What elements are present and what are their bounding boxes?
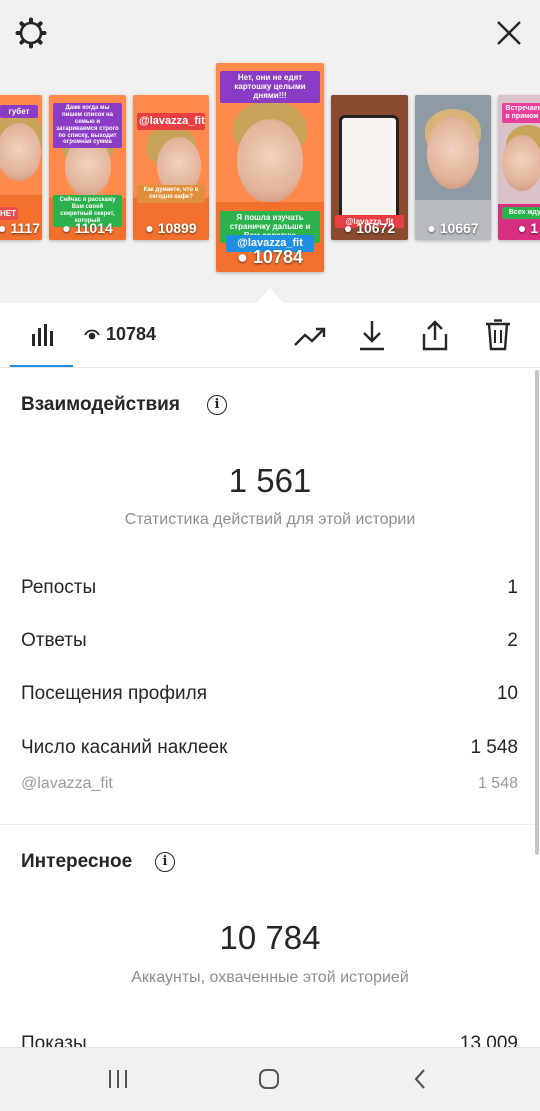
insights-button[interactable] xyxy=(292,321,328,351)
story-caption: Всех жду в xyxy=(502,207,540,220)
home-button[interactable] xyxy=(252,1064,286,1094)
story-views: ● 10784 xyxy=(237,247,303,267)
story-caption: Нет, они не едят картошку целыми днями!!… xyxy=(220,71,320,103)
recent-apps-button[interactable] xyxy=(100,1064,136,1094)
views-count-value: 10784 xyxy=(106,324,157,344)
story-views: ● 1 xyxy=(517,220,539,236)
discovery-subtitle: Аккаунты, охваченные этой историей xyxy=(131,969,409,986)
story-toolbar: 10784 xyxy=(0,303,540,368)
story-caption: @lavazza_fit xyxy=(137,113,205,130)
story-thumbnail[interactable]: губет НЕТ ● 1117 xyxy=(0,95,42,240)
interactions-section: Взаимодействия i 1 561 Статистика действ… xyxy=(0,368,540,824)
story-views: ● 11014 xyxy=(62,220,113,236)
eye-icon: ● xyxy=(145,220,158,236)
metric-label: Показы xyxy=(21,1033,87,1047)
sticker-value: 1 548 xyxy=(477,775,518,792)
discovery-section: Интересное i 10 784 Аккаунты, охваченные… xyxy=(0,825,540,1047)
metric-label: Посещения профиля xyxy=(21,683,207,704)
back-button[interactable] xyxy=(404,1064,436,1094)
eye-icon: ● xyxy=(62,220,75,236)
metric-label: Репосты xyxy=(21,577,97,598)
story-caption: губет xyxy=(0,105,38,119)
share-icon xyxy=(422,320,448,351)
info-icon[interactable]: i xyxy=(207,395,227,415)
scrollbar[interactable] xyxy=(535,370,539,855)
system-nav-bar xyxy=(0,1047,540,1111)
tab-stats[interactable] xyxy=(28,321,56,349)
metric-value: 2 xyxy=(507,630,518,651)
back-icon xyxy=(414,1069,425,1089)
info-icon[interactable]: i xyxy=(155,852,175,872)
section-title: Взаимодействия xyxy=(21,394,180,415)
eye-icon: ● xyxy=(427,220,440,236)
close-button[interactable] xyxy=(490,14,528,52)
story-caption: Как думаете, что в сегодня кафе? xyxy=(137,185,205,203)
metric-label: Число касаний наклеек xyxy=(21,737,228,758)
gear-icon xyxy=(15,17,47,49)
phone-screen-image xyxy=(339,115,399,225)
eye-icon xyxy=(84,329,100,339)
download-button[interactable] xyxy=(355,317,389,353)
story-views: ● 10667 xyxy=(427,220,479,236)
story-views: ● 10672 xyxy=(343,220,396,236)
settings-button[interactable] xyxy=(12,14,50,52)
close-icon xyxy=(497,21,521,45)
metric-label: Ответы xyxy=(21,630,87,651)
story-thumbnail-selected[interactable]: Нет, они не едят картошку целыми днями!!… xyxy=(216,63,324,272)
bar-chart-icon xyxy=(32,324,53,346)
download-icon xyxy=(360,321,384,351)
story-strip: губет НЕТ ● 1117 Даже когда мы пишем спи… xyxy=(0,0,540,303)
story-caption: Даже когда мы пишем список на семью и за… xyxy=(53,103,122,149)
eye-icon: ● xyxy=(237,247,253,267)
metric-value: 1 548 xyxy=(470,737,518,758)
home-icon xyxy=(259,1069,279,1089)
share-button[interactable] xyxy=(418,317,452,353)
story-views: ● 10899 xyxy=(145,220,197,236)
story-thumbnail[interactable]: Встречаемся в прямом эф Всех жду в ● 1 xyxy=(498,95,540,240)
interactions-total: 1 561 xyxy=(228,462,312,499)
story-caption: НЕТ xyxy=(0,207,18,221)
story-views: ● 1117 xyxy=(0,220,40,236)
story-thumbnail[interactable]: @lavazza_fit Как думаете, что в сегодня … xyxy=(133,95,209,240)
trending-up-icon xyxy=(294,327,326,346)
story-thumbnail[interactable]: Даже когда мы пишем список на семью и за… xyxy=(49,95,126,240)
delete-button[interactable] xyxy=(482,317,514,353)
eye-icon: ● xyxy=(0,220,7,236)
interactions-subtitle: Статистика действий для этой истории xyxy=(124,511,416,528)
story-thumbnail[interactable]: ● 10667 xyxy=(415,95,491,240)
sticker-label: @lavazza_fit xyxy=(21,775,113,792)
eye-icon: ● xyxy=(343,220,357,236)
metric-value: 1 xyxy=(507,577,518,598)
metric-value: 10 xyxy=(496,683,518,704)
discovery-total: 10 784 xyxy=(219,919,321,956)
selected-pointer xyxy=(256,288,284,303)
metric-value: 13 009 xyxy=(459,1033,518,1047)
active-tab-indicator xyxy=(10,365,73,367)
eye-icon: ● xyxy=(517,220,531,236)
trash-icon xyxy=(486,319,510,351)
recent-apps-icon xyxy=(109,1070,127,1088)
section-title: Интересное xyxy=(21,851,133,872)
views-count: 10784 xyxy=(84,324,156,345)
story-caption: Встречаемся в прямом эф xyxy=(502,103,540,124)
story-thumbnail[interactable]: @lavazza_fit ● 10672 xyxy=(331,95,408,240)
